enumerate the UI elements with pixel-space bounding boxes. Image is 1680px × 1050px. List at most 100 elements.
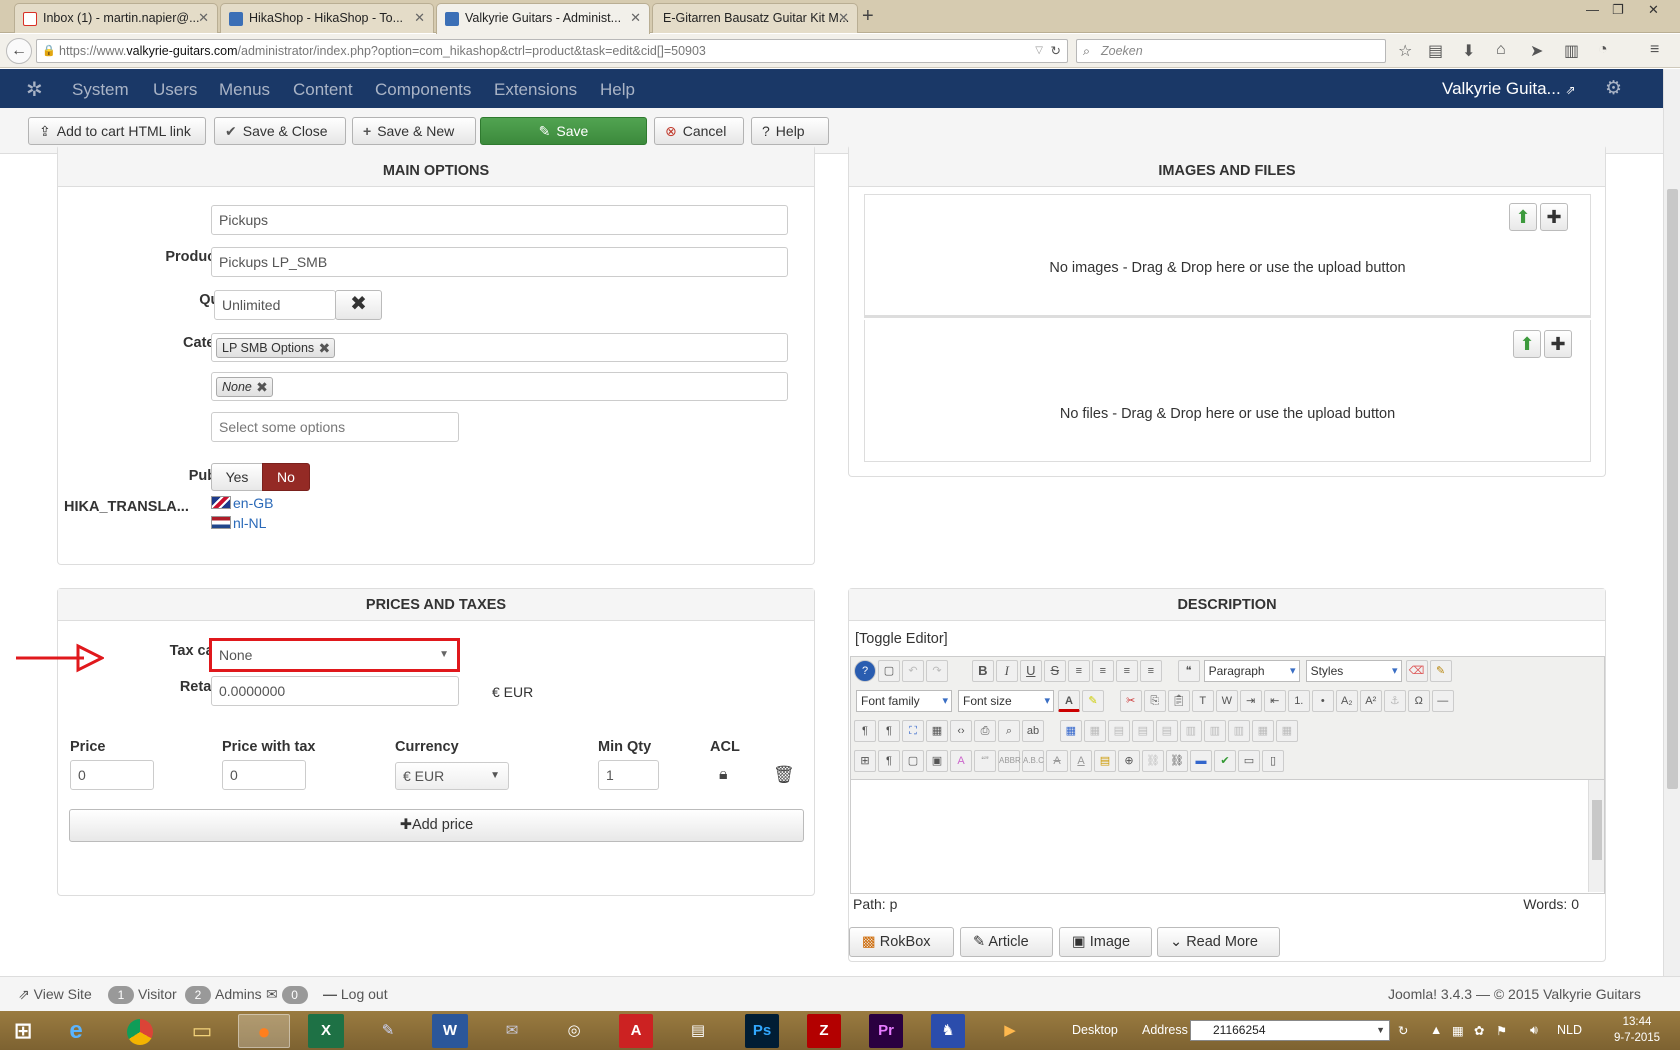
internet-explorer-icon[interactable]: e <box>50 1014 102 1048</box>
attribs-icon[interactable]: ▤ <box>1094 750 1116 772</box>
address-input[interactable]: 21166254 ▼ <box>1190 1020 1390 1041</box>
messages-status[interactable]: ✉ 0 <box>266 986 312 1004</box>
word-icon[interactable]: W <box>432 1014 468 1048</box>
upload-image-button[interactable]: ⬆ <box>1509 203 1537 231</box>
tray-expand-icon[interactable]: ▲ <box>1430 1023 1442 1037</box>
superscript-icon[interactable]: A² <box>1359 690 1382 712</box>
col-before-icon[interactable]: ▥ <box>1179 720 1202 742</box>
text-color-icon[interactable]: A <box>1058 690 1080 712</box>
network-icon[interactable]: ▦ <box>1452 1023 1464 1038</box>
desktop-toolbar[interactable]: Desktop <box>1072 1023 1118 1037</box>
print-icon[interactable]: ⎙ <box>974 720 996 742</box>
menu-icon[interactable]: ≡ <box>1650 41 1659 59</box>
upload-file-button[interactable]: ⬆ <box>1513 330 1541 358</box>
new-document-icon[interactable]: ▢ <box>878 660 900 682</box>
brand-input[interactable]: None ✖ <box>211 372 788 401</box>
file-explorer-icon[interactable]: ▭ <box>176 1014 228 1048</box>
ltr-icon[interactable]: ¶ <box>854 720 876 742</box>
image-icon[interactable]: ▬ <box>1190 750 1212 772</box>
image-button[interactable]: ▣ Image <box>1059 927 1152 957</box>
media-player-icon[interactable]: ▶ <box>984 1014 1036 1048</box>
back-button[interactable]: ← <box>6 38 32 64</box>
thunderbird-icon[interactable]: ✉ <box>486 1014 538 1048</box>
readmore-icon[interactable]: ▯ <box>1262 750 1284 772</box>
blockquote-icon[interactable]: ❝ <box>1177 660 1200 682</box>
refresh-icon[interactable]: ↻ <box>1398 1023 1408 1038</box>
files-dropzone[interactable]: ⬆ ✚ No files - Drag & Drop here or use t… <box>864 320 1591 462</box>
categories-input[interactable]: LP SMB Options ✖ <box>211 333 788 362</box>
price-input[interactable]: 0 <box>70 760 154 790</box>
redo-icon[interactable]: ↷ <box>926 660 948 682</box>
joomla-logo-icon[interactable]: ✲ <box>26 77 43 102</box>
quantity-input[interactable]: Unlimited <box>214 290 336 320</box>
tax-category-select[interactable]: None ▼ <box>209 638 460 672</box>
row-before-icon[interactable]: ▤ <box>1107 720 1130 742</box>
chrome-icon[interactable] <box>114 1014 166 1048</box>
italic-icon[interactable]: I <box>995 660 1018 682</box>
app-icon[interactable]: ♞ <box>931 1014 965 1048</box>
styleprops-icon[interactable]: A <box>950 750 972 772</box>
copy-icon[interactable]: ⎘ <box>1143 690 1166 712</box>
unlink-icon[interactable]: ⛓ <box>1142 750 1164 772</box>
filezilla-icon[interactable]: Z <box>807 1014 841 1048</box>
url-bar[interactable]: 🔒 https://www.valkyrie-guitars.com/admin… <box>36 39 1068 63</box>
col-after-icon[interactable]: ▥ <box>1203 720 1226 742</box>
cancel-button[interactable]: ⊗ Cancel <box>654 117 744 145</box>
search-replace-icon[interactable]: ⌕ <box>998 720 1020 742</box>
toggle-editor-link[interactable]: [Toggle Editor] <box>855 631 948 647</box>
clock[interactable]: 13:44 9-7-2015 <box>1614 1014 1660 1046</box>
dropdown-icon[interactable]: ▽ <box>1035 40 1043 62</box>
add-file-button[interactable]: ✚ <box>1544 330 1572 358</box>
split-cells-icon[interactable]: ▦ <box>1275 720 1298 742</box>
reading-list-icon[interactable]: ▤ <box>1428 41 1443 61</box>
flag-icon[interactable]: ⚑ <box>1496 1023 1507 1038</box>
new-tab-icon[interactable]: + <box>862 5 874 28</box>
ins-icon[interactable]: A <box>1070 750 1092 772</box>
anchor-icon[interactable]: ⚓ <box>1383 690 1406 712</box>
eraser-icon[interactable]: ⌫ <box>1405 660 1428 682</box>
page-scroll-thumb[interactable] <box>1667 189 1678 789</box>
underline-icon[interactable]: U <box>1019 660 1042 682</box>
indent-icon[interactable]: ⇥ <box>1239 690 1262 712</box>
visual-aid-icon[interactable]: ⊞ <box>854 750 876 772</box>
add-image-button[interactable]: ✚ <box>1540 203 1568 231</box>
page-scrollbar[interactable] <box>1663 69 1680 976</box>
windows-start-icon[interactable]: ⊞ <box>0 1014 46 1048</box>
tags-input[interactable]: Select some options <box>211 412 459 442</box>
chat-icon[interactable]: ◔ <box>1598 41 1608 59</box>
align-right-icon[interactable]: ≡ <box>1139 660 1162 682</box>
spell-check-icon[interactable]: ✔ <box>1214 750 1236 772</box>
restore-icon[interactable]: ❐ <box>1612 2 1624 18</box>
rtl-icon[interactable]: ¶ <box>878 720 900 742</box>
admins-status[interactable]: 2 Admins <box>185 986 262 1004</box>
remove-chip-icon[interactable]: ✖ <box>256 378 268 396</box>
help-icon[interactable]: ? <box>854 660 876 682</box>
lang-nl-link[interactable]: nl-NL <box>211 515 266 531</box>
firefox-icon[interactable]: ● <box>238 1014 290 1048</box>
paste-icon[interactable]: 📋︎ <box>1167 690 1190 712</box>
published-yes-button[interactable]: Yes <box>211 463 263 491</box>
menu-help[interactable]: Help <box>600 80 635 100</box>
photoshop-icon[interactable]: Ps <box>745 1014 779 1048</box>
outdent-icon[interactable]: ⇤ <box>1263 690 1286 712</box>
cleanup-icon[interactable]: ✎ <box>1429 660 1452 682</box>
download-icon[interactable]: ⬇ <box>1462 41 1475 61</box>
gear-icon[interactable]: ⚙ <box>1605 77 1622 100</box>
rokbox-button[interactable]: ▩ RokBox <box>849 927 954 957</box>
special-char-icon[interactable]: Ω <box>1407 690 1430 712</box>
article-button[interactable]: ✎ Article <box>960 927 1053 957</box>
undo-icon[interactable]: ↶ <box>902 660 924 682</box>
lock-icon[interactable]: 🔒︎ <box>719 766 728 784</box>
menu-extensions[interactable]: Extensions <box>494 80 577 100</box>
excel-icon[interactable]: X <box>308 1014 344 1048</box>
browser-tab-valkyrie[interactable]: Valkyrie Guitars - Administ... ✕ <box>436 3 650 34</box>
del-icon[interactable]: A <box>1046 750 1068 772</box>
acrobat-icon[interactable]: A <box>619 1014 653 1048</box>
read-more-button[interactable]: ⌄ Read More <box>1157 927 1280 957</box>
sidebar-icon[interactable]: ▥ <box>1564 41 1579 61</box>
strikethrough-icon[interactable]: S <box>1043 660 1066 682</box>
tab-close-icon[interactable]: ✕ <box>838 4 849 32</box>
highlight-icon[interactable]: ✎ <box>1082 690 1104 712</box>
help-button[interactable]: ? Help <box>751 117 829 145</box>
layer-icon[interactable]: ⊕ <box>1118 750 1140 772</box>
